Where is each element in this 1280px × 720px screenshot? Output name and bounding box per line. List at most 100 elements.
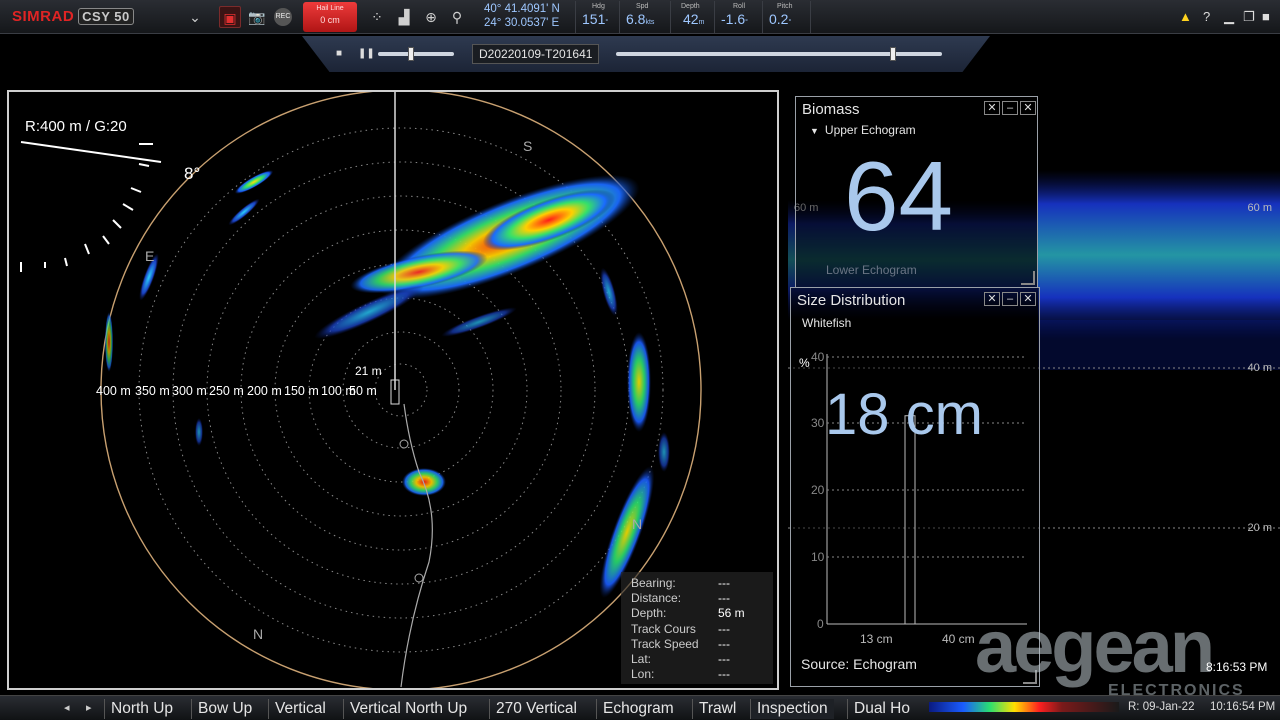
pin-icon[interactable]: ✕ — [984, 101, 1000, 115]
scatter-icon[interactable]: ⁘ — [366, 6, 388, 28]
tilt-indicator — [20, 141, 162, 272]
brand-name: SIMRAD — [12, 8, 75, 25]
search-icon[interactable]: ⚲ — [446, 6, 468, 28]
gps-position: 40° 41.4091' N 24° 30.0537' E — [484, 2, 560, 30]
echogram-depth-label: 20 m — [1247, 522, 1272, 534]
track-marker — [399, 439, 409, 449]
heading-readout: Hdg 151° — [575, 1, 608, 33]
info-row: Depth: 56 m — [631, 606, 745, 621]
minimize-icon[interactable]: – — [1002, 101, 1018, 115]
ring-label: 250 m — [209, 384, 244, 398]
longitude: 24° 30.0537' E — [484, 17, 560, 29]
target-icon[interactable]: ⊕ — [420, 6, 442, 28]
model-name: CSY 50 — [78, 8, 134, 25]
biomass-value: 64 — [844, 141, 954, 251]
maximize-icon[interactable]: ■ — [1262, 9, 1270, 24]
app-logo: SIMRAD CSY 50 — [12, 8, 134, 25]
mode-trawl[interactable]: Trawl — [692, 699, 742, 719]
replay-date: R: 09-Jan-22 — [1128, 701, 1195, 713]
compass-e: E — [145, 248, 155, 264]
hail-line-button[interactable]: Hail Line 0 cm — [303, 2, 357, 32]
hail-line-value: 0 cm — [320, 15, 340, 25]
watermark-brand: aegean — [975, 605, 1215, 688]
echogram-depth-label: 60 m — [1247, 202, 1272, 214]
minimize-icon[interactable]: ▁ — [1224, 9, 1234, 25]
mode-echogram[interactable]: Echogram — [596, 699, 680, 719]
info-row: Distance: --- — [631, 591, 730, 606]
biomass-panel[interactable]: Biomass ✕ – ✕ ▼ Upper Echogram 64 Lower E… — [795, 96, 1038, 288]
mode-bow-up[interactable]: Bow Up — [191, 699, 258, 719]
recording-name: D20220109-T201641 — [472, 44, 600, 64]
x-tick: 13 cm — [860, 632, 893, 646]
y-tick: 0 — [817, 617, 824, 631]
tilt-angle: 8° — [184, 164, 201, 183]
size-value: 18 cm — [825, 382, 983, 447]
biomass-title: Biomass — [802, 101, 860, 118]
hail-line-title: Hail Line — [316, 5, 344, 12]
record-screen-icon[interactable]: ▣ — [219, 6, 241, 28]
mode-inspection[interactable]: Inspection — [750, 699, 834, 719]
x-tick: 40 cm — [942, 632, 975, 646]
ring-label: 150 m — [284, 384, 319, 398]
mode-vertical-north-up[interactable]: Vertical North Up — [343, 699, 473, 719]
clock-time: 10:16:54 PM — [1210, 701, 1276, 713]
info-row: Lon: --- — [631, 667, 730, 682]
mode-north-up[interactable]: North Up — [104, 699, 179, 719]
center-depth: 21 m — [355, 364, 382, 378]
upper-echogram-toggle[interactable]: ▼ Upper Echogram — [810, 123, 916, 137]
playback-progress-handle[interactable] — [890, 47, 897, 61]
camera-icon[interactable]: 📷 — [246, 6, 268, 28]
chevron-down-icon[interactable]: ⌄ — [184, 6, 206, 28]
top-toolbar: SIMRAD CSY 50 ⌄ ▣ 📷 REC Hail Line 0 cm ⁘ … — [0, 0, 1280, 34]
scroll-right-icon[interactable]: ▸ — [86, 701, 92, 714]
depth-readout: Depth 42m — [670, 1, 704, 33]
mode-dual-ho[interactable]: Dual Ho — [847, 699, 916, 719]
pause-icon[interactable]: ❚❚ — [358, 49, 375, 59]
close-icon[interactable]: ✕ — [1020, 101, 1036, 115]
color-scale — [929, 702, 1119, 712]
restore-icon[interactable]: ❐ — [1243, 9, 1255, 25]
y-tick: 10 — [811, 550, 825, 564]
latitude: 40° 41.4091' N — [484, 3, 560, 15]
source-label: Source: Echogram — [801, 656, 917, 672]
scroll-left-icon[interactable]: ◂ — [64, 701, 70, 714]
sonar-echoes — [105, 170, 670, 598]
info-row: Track Speed --- — [631, 636, 730, 651]
range-gain-label: R:400 m / G:20 — [25, 118, 127, 135]
expand-triangle-icon: ▼ — [810, 126, 819, 136]
cursor-info-box: Bearing: --- Distance: --- Depth: 56 m Trac… — [621, 572, 773, 684]
ring-label: 350 m — [135, 384, 170, 398]
mode-vertical[interactable]: Vertical — [268, 699, 332, 719]
y-tick: 20 — [811, 483, 825, 497]
info-row: Lat: --- — [631, 652, 730, 667]
vessel-track — [400, 403, 433, 688]
roll-readout: Roll -1.6° — [714, 1, 748, 33]
stop-icon[interactable]: ■ — [336, 49, 346, 59]
y-tick: 40 — [811, 350, 825, 364]
ring-label: 400 m — [96, 384, 131, 398]
resize-handle[interactable] — [1021, 271, 1035, 285]
mode-270-vertical[interactable]: 270 Vertical — [489, 699, 583, 719]
playback-bar: ■ ❚❚ D20220109-T201641 — [302, 36, 990, 72]
ring-label: 50 m — [349, 384, 377, 398]
info-row: Bearing: --- — [631, 576, 730, 590]
compass-n: N — [253, 626, 264, 642]
volume-slider-handle[interactable] — [407, 47, 414, 61]
track-marker — [414, 573, 424, 583]
speed-readout: Spd 6.8kts — [619, 1, 654, 33]
compass-n-right: N — [632, 516, 643, 532]
ring-label: 200 m — [247, 384, 282, 398]
bar-chart-icon[interactable]: ▟ — [393, 6, 415, 28]
pitch-readout: Pitch 0.2° — [762, 1, 793, 33]
help-button[interactable]: ? — [1203, 9, 1210, 24]
echogram-depth-label: 40 m — [1247, 362, 1272, 374]
compass-s: S — [523, 138, 533, 154]
lower-echogram-label: Lower Echogram — [826, 263, 917, 277]
y-tick: 30 — [811, 416, 825, 430]
sonar-display[interactable]: R:400 m / G:20 8° S E N N 400 m 350 m 30… — [7, 90, 779, 690]
ring-label: 300 m — [172, 384, 207, 398]
volume-slider[interactable] — [378, 52, 454, 56]
rec-button[interactable]: REC — [274, 8, 292, 26]
overlay-time: 8:16:53 PM — [1206, 660, 1268, 674]
warning-icon[interactable]: ▲ — [1179, 9, 1192, 24]
